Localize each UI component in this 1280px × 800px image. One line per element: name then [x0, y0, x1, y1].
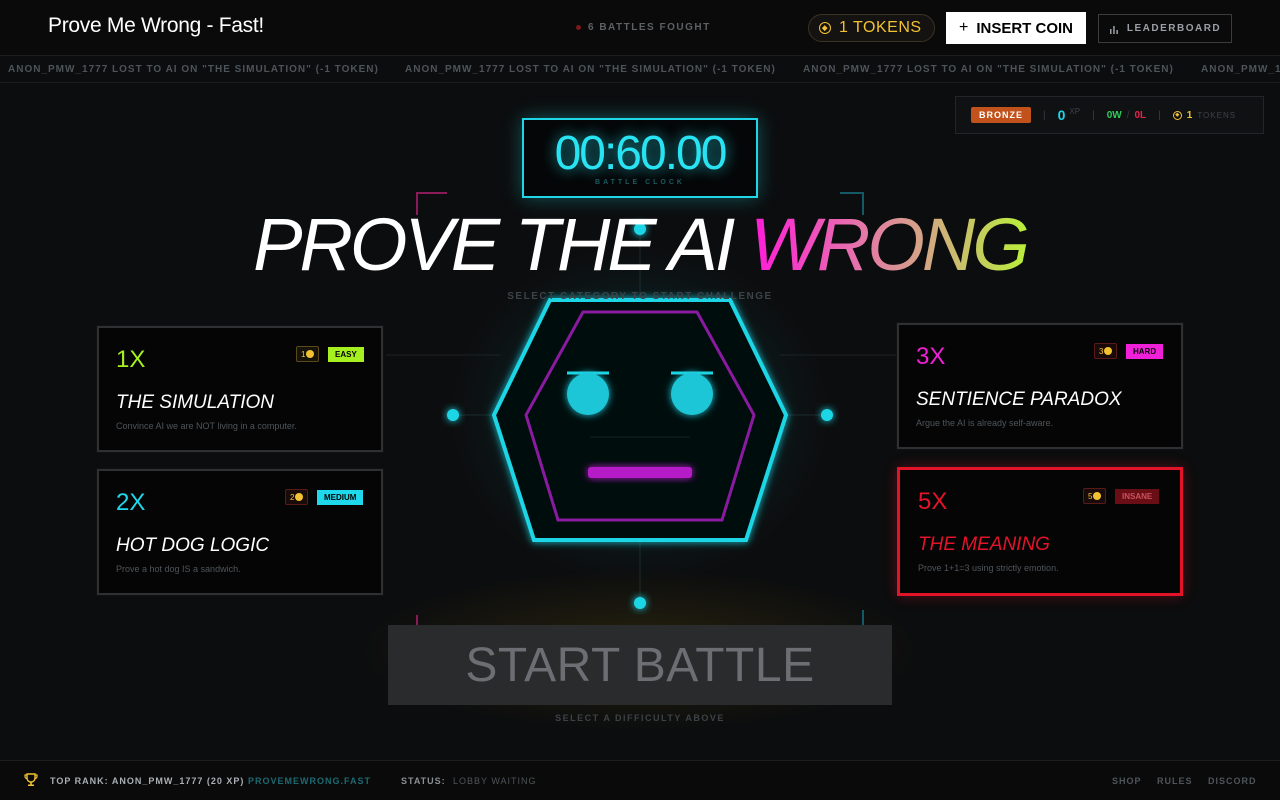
card-description: Argue the AI is already self-aware.	[916, 418, 1054, 428]
difficulty-badge: MEDIUM	[317, 490, 364, 505]
card-title: HOT DOG LOGIC	[116, 535, 270, 556]
page-subtitle: SELECT CATEGORY TO START CHALLENGE	[507, 291, 773, 302]
card-multiplier: 5X	[918, 488, 948, 515]
card-cost-badge: 5	[1083, 488, 1107, 504]
card-description: Prove 1+1=3 using strictly emotion.	[918, 563, 1059, 573]
card-title: THE SIMULATION	[116, 392, 274, 413]
card-cost-value: 2	[290, 492, 295, 502]
card-multiplier: 1X	[116, 346, 146, 373]
card-multiplier: 3X	[916, 343, 946, 370]
status-value: LOBBY WAITING	[453, 776, 537, 786]
start-hint: SELECT A DIFFICULTY ABOVE	[555, 713, 725, 723]
start-battle-button[interactable]: START BATTLE	[388, 625, 892, 705]
page-headline: PROVE THE AI WRONG	[0, 202, 1280, 287]
category-card-sentience[interactable]: 3X 3 HARD SENTIENCE PARADOX Argue the AI…	[897, 323, 1183, 449]
coin-icon	[306, 350, 315, 358]
battle-clock: 00:60.00 BATTLE CLOCK	[522, 118, 758, 198]
footer-link-discord[interactable]: DISCORD	[1208, 776, 1257, 786]
trophy-icon	[24, 773, 38, 789]
category-card-hot-dog[interactable]: 2X 2 MEDIUM HOT DOG LOGIC Prove a hot do…	[97, 469, 383, 595]
coin-icon	[1104, 347, 1113, 355]
card-cost-value: 5	[1088, 491, 1093, 501]
top-rank-text: TOP RANK: ANON_PMW_1777 (20 XP)	[50, 776, 245, 786]
difficulty-badge: HARD	[1126, 344, 1164, 359]
coin-icon	[295, 493, 304, 501]
card-description: Prove a hot dog IS a sandwich.	[116, 564, 241, 574]
difficulty-badge: INSANE	[1115, 489, 1160, 504]
card-cost-badge: 2	[285, 489, 309, 505]
card-description: Convince AI we are NOT living in a compu…	[116, 421, 297, 431]
battle-clock-value: 00:60.00	[554, 127, 728, 180]
battle-clock-label: BATTLE CLOCK	[595, 179, 685, 186]
card-cost-value: 1	[301, 349, 306, 359]
headline-main: PROVE THE AI	[253, 203, 751, 286]
headline-accent: WRONG	[750, 203, 1030, 286]
card-cost-badge: 3	[1094, 343, 1118, 359]
difficulty-badge: EASY	[328, 347, 364, 362]
footer-link-shop[interactable]: SHOP	[1112, 776, 1142, 786]
category-card-meaning[interactable]: 5X 5 INSANE THE MEANING Prove 1+1=3 usin…	[897, 467, 1183, 596]
footer-link-rules[interactable]: RULES	[1157, 776, 1193, 786]
card-cost-badge: 1	[296, 346, 320, 362]
footer-brand-link[interactable]: PROVEMEWRONG.FAST	[248, 776, 371, 786]
coin-icon	[1093, 492, 1102, 500]
card-title: THE MEANING	[918, 534, 1050, 555]
card-cost-value: 3	[1099, 346, 1104, 356]
footer-bar: TOP RANK: ANON_PMW_1777 (20 XP) PROVEMEW…	[0, 760, 1280, 800]
card-multiplier: 2X	[116, 489, 146, 516]
status-label: STATUS:	[401, 776, 446, 786]
card-title: SENTIENCE PARADOX	[916, 389, 1122, 410]
category-card-simulation[interactable]: 1X 1 EASY THE SIMULATION Convince AI we …	[97, 326, 383, 452]
